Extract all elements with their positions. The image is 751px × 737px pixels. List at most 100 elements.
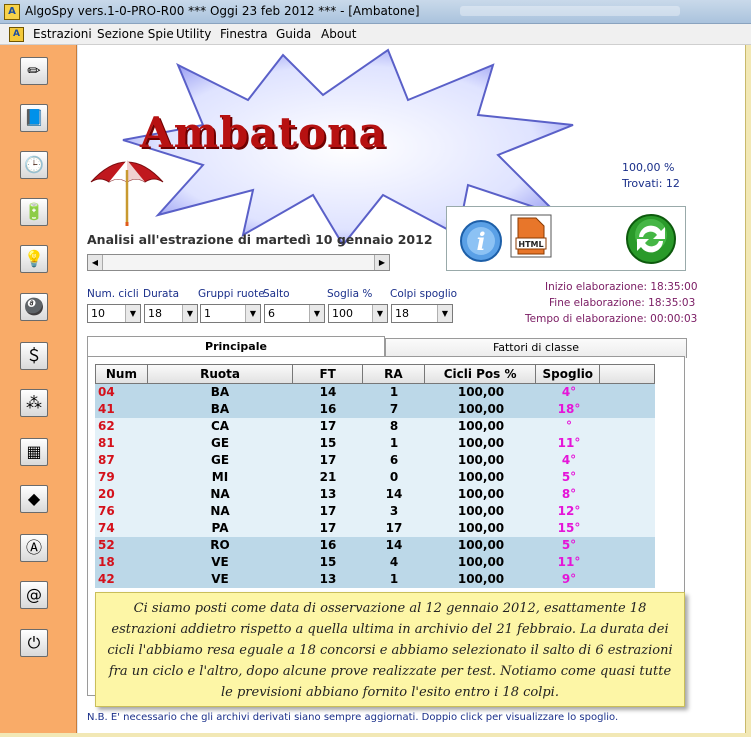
table-row[interactable]: 20 NA 13 14 100,00 8°	[95, 486, 655, 503]
cell-ft: 16	[319, 402, 337, 416]
chevron-down-icon[interactable]: ▼	[125, 305, 140, 322]
table-row[interactable]: 87 GE 17 6 100,00 4°	[95, 452, 655, 469]
percent-value: 100,00 %	[622, 161, 675, 174]
cell-empty	[601, 554, 655, 571]
svg-text:i: i	[476, 227, 485, 256]
date-scrollbar[interactable]: ◀ ▶	[87, 254, 390, 271]
gruppi-ruote-select[interactable]: 1 ▼	[200, 304, 261, 323]
html-export-icon[interactable]: HTML	[510, 214, 552, 258]
table-row[interactable]: 41 BA 16 7 100,00 18°	[95, 401, 655, 418]
durata-select[interactable]: 18 ▼	[144, 304, 198, 323]
trovati-count: Trovati: 12	[622, 177, 680, 190]
dollar-icon[interactable]: ＄	[20, 342, 48, 370]
salto-select[interactable]: 6 ▼	[264, 304, 325, 323]
cell-ft: 17	[319, 504, 337, 518]
header-cicli-pos[interactable]: Cicli Pos %	[425, 365, 537, 383]
table-row[interactable]: 81 GE 15 1 100,00 11°	[95, 435, 655, 452]
analysis-date-label: Analisi all'estrazione di martedì 10 gen…	[87, 232, 433, 247]
cell-spoglio: 4°	[561, 453, 577, 467]
cell-cicli-pos: 100,00	[457, 572, 505, 586]
window-frame-right	[745, 45, 751, 737]
colpi-spoglio-select[interactable]: 18 ▼	[391, 304, 453, 323]
cell-spoglio: 4°	[561, 385, 577, 399]
menu-sezione-spie[interactable]: Sezione Spie	[97, 27, 174, 41]
tab-bar: Principale Fattori di classe	[87, 336, 687, 360]
cell-ra: 17	[385, 521, 403, 535]
address-book-icon[interactable]: @	[20, 581, 48, 609]
cell-cicli-pos: 100,00	[457, 402, 505, 416]
scroll-left-arrow[interactable]: ◀	[88, 255, 103, 270]
calendar-icon[interactable]: ▦	[20, 438, 48, 466]
cell-empty	[601, 486, 655, 503]
menu-guida[interactable]: Guida	[276, 27, 311, 41]
chevron-down-icon[interactable]: ▼	[245, 305, 260, 322]
cell-spoglio: 8°	[561, 487, 577, 501]
table-row[interactable]: 76 NA 17 3 100,00 12°	[95, 503, 655, 520]
cell-ra: 4	[389, 555, 399, 569]
table-row[interactable]: 74 PA 17 17 100,00 15°	[95, 520, 655, 537]
tab-fattori-di-classe[interactable]: Fattori di classe	[385, 338, 687, 358]
lottery-icon[interactable]: 🎱	[20, 293, 48, 321]
title-bar-blur	[460, 6, 680, 16]
cell-ruota: MI	[211, 470, 229, 484]
clock-icon[interactable]: 🕒	[20, 151, 48, 179]
table-row[interactable]: 79 MI 21 0 100,00 5°	[95, 469, 655, 486]
power-icon[interactable]: ⏻	[20, 629, 48, 657]
label-colpi-spoglio: Colpi spoglio	[390, 288, 458, 300]
chevron-down-icon[interactable]: ▼	[309, 305, 324, 322]
header-ft[interactable]: FT	[293, 365, 364, 383]
cell-ft: 15	[319, 555, 337, 569]
cell-ft: 17	[319, 419, 337, 433]
cell-empty	[601, 503, 655, 520]
cell-ruota: RO	[210, 538, 230, 552]
book-icon[interactable]: 📘	[20, 104, 48, 132]
cell-ra: 8	[389, 419, 399, 433]
diamond-icon[interactable]: ◆	[20, 485, 48, 513]
num-cicli-select[interactable]: 10 ▼	[87, 304, 141, 323]
bulb-icon[interactable]: 💡	[20, 245, 48, 273]
chevron-down-icon[interactable]: ▼	[182, 305, 197, 322]
cell-num: 52	[98, 538, 115, 552]
table-row[interactable]: 52 RO 16 14 100,00 5°	[95, 537, 655, 554]
cell-empty	[601, 384, 655, 401]
cell-ra: 14	[385, 538, 403, 552]
info-icon[interactable]: i	[459, 219, 503, 263]
table-row[interactable]: 62 CA 17 8 100,00 °	[95, 418, 655, 435]
header-ra[interactable]: RA	[363, 365, 425, 383]
cell-cicli-pos: 100,00	[457, 419, 505, 433]
cell-ruota: GE	[210, 436, 230, 450]
umbrella-icon	[90, 160, 164, 226]
cell-spoglio: 12°	[557, 504, 581, 518]
menu-app-icon[interactable]: A	[9, 27, 24, 42]
cell-empty	[601, 571, 655, 588]
menu-estrazioni[interactable]: Estrazioni	[33, 27, 92, 41]
salto-value: 6	[268, 307, 275, 320]
table-row[interactable]: 18 VE 15 4 100,00 11°	[95, 554, 655, 571]
letter-a-icon[interactable]: Ⓐ	[20, 534, 48, 562]
refresh-icon[interactable]	[625, 213, 677, 265]
molecule-icon[interactable]: ⁂	[20, 389, 48, 417]
table-row[interactable]: 42 VE 13 1 100,00 9°	[95, 571, 655, 588]
header-spoglio[interactable]: Spoglio	[536, 365, 601, 383]
cell-cicli-pos: 100,00	[457, 538, 505, 552]
cell-ra: 1	[389, 436, 399, 450]
menu-finestra[interactable]: Finestra	[220, 27, 268, 41]
annotation-note: Ci siamo posti come data di osservazione…	[95, 592, 685, 707]
durata-value: 18	[148, 307, 162, 320]
chevron-down-icon[interactable]: ▼	[372, 305, 387, 322]
chevron-down-icon[interactable]: ▼	[437, 305, 452, 322]
menu-about[interactable]: About	[321, 27, 356, 41]
table-row[interactable]: 04 BA 14 1 100,00 4°	[95, 384, 655, 401]
footer-note: N.B. E' necessario che gli archivi deriv…	[87, 712, 619, 723]
menu-utility[interactable]: Utility	[176, 27, 211, 41]
pencil-icon[interactable]: ✏	[20, 57, 48, 85]
soglia-select[interactable]: 100 ▼	[328, 304, 388, 323]
num-cicli-value: 10	[91, 307, 105, 320]
battery-icon[interactable]: 🔋	[20, 198, 48, 226]
header-num[interactable]: Num	[96, 365, 148, 383]
header-ruota[interactable]: Ruota	[148, 365, 294, 383]
label-durata: Durata	[143, 288, 180, 300]
scroll-right-arrow[interactable]: ▶	[374, 255, 389, 270]
cell-ft: 13	[319, 572, 337, 586]
cell-spoglio: 18°	[557, 402, 581, 416]
